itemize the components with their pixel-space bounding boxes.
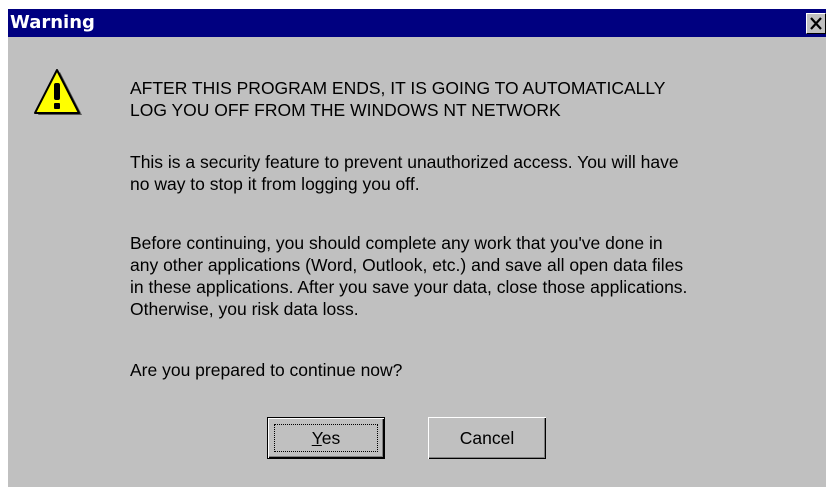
- paragraph-line: any other applications (Word, Outlook, e…: [130, 255, 684, 275]
- heading-line: AFTER THIS PROGRAM ENDS, IT IS GOING TO …: [130, 78, 666, 98]
- security-paragraph: This is a security feature to prevent un…: [130, 151, 679, 195]
- warning-heading: AFTER THIS PROGRAM ENDS, IT IS GOING TO …: [130, 77, 665, 121]
- title-bar[interactable]: Warning: [8, 9, 826, 37]
- save-work-paragraph: Before continuing, you should complete a…: [130, 232, 687, 320]
- dialog-body: AFTER THIS PROGRAM ENDS, IT IS GOING TO …: [8, 37, 826, 487]
- warning-icon: [34, 69, 82, 115]
- cancel-button-label: Cancel: [459, 427, 515, 448]
- warning-dialog: Warning AFTER THIS PROGRAM ENDS, IT IS G…: [0, 0, 826, 487]
- paragraph-line: in these applications. After you save yo…: [130, 277, 688, 297]
- paragraph-line: no way to stop it from logging you off.: [130, 174, 420, 194]
- paragraph-line: Before continuing, you should complete a…: [130, 233, 663, 253]
- close-icon: [810, 17, 822, 30]
- dialog-title: Warning: [10, 12, 95, 33]
- confirm-question: Are you prepared to continue now?: [130, 360, 403, 380]
- heading-line: LOG YOU OFF FROM THE WINDOWS NT NETWORK: [130, 100, 561, 120]
- paragraph-line: This is a security feature to prevent un…: [130, 152, 679, 172]
- focus-rectangle: [274, 424, 378, 452]
- cancel-button[interactable]: Cancel: [428, 417, 546, 459]
- close-button[interactable]: [806, 13, 826, 34]
- yes-button[interactable]: Yes: [267, 417, 385, 459]
- paragraph-line: Otherwise, you risk data loss.: [130, 299, 359, 319]
